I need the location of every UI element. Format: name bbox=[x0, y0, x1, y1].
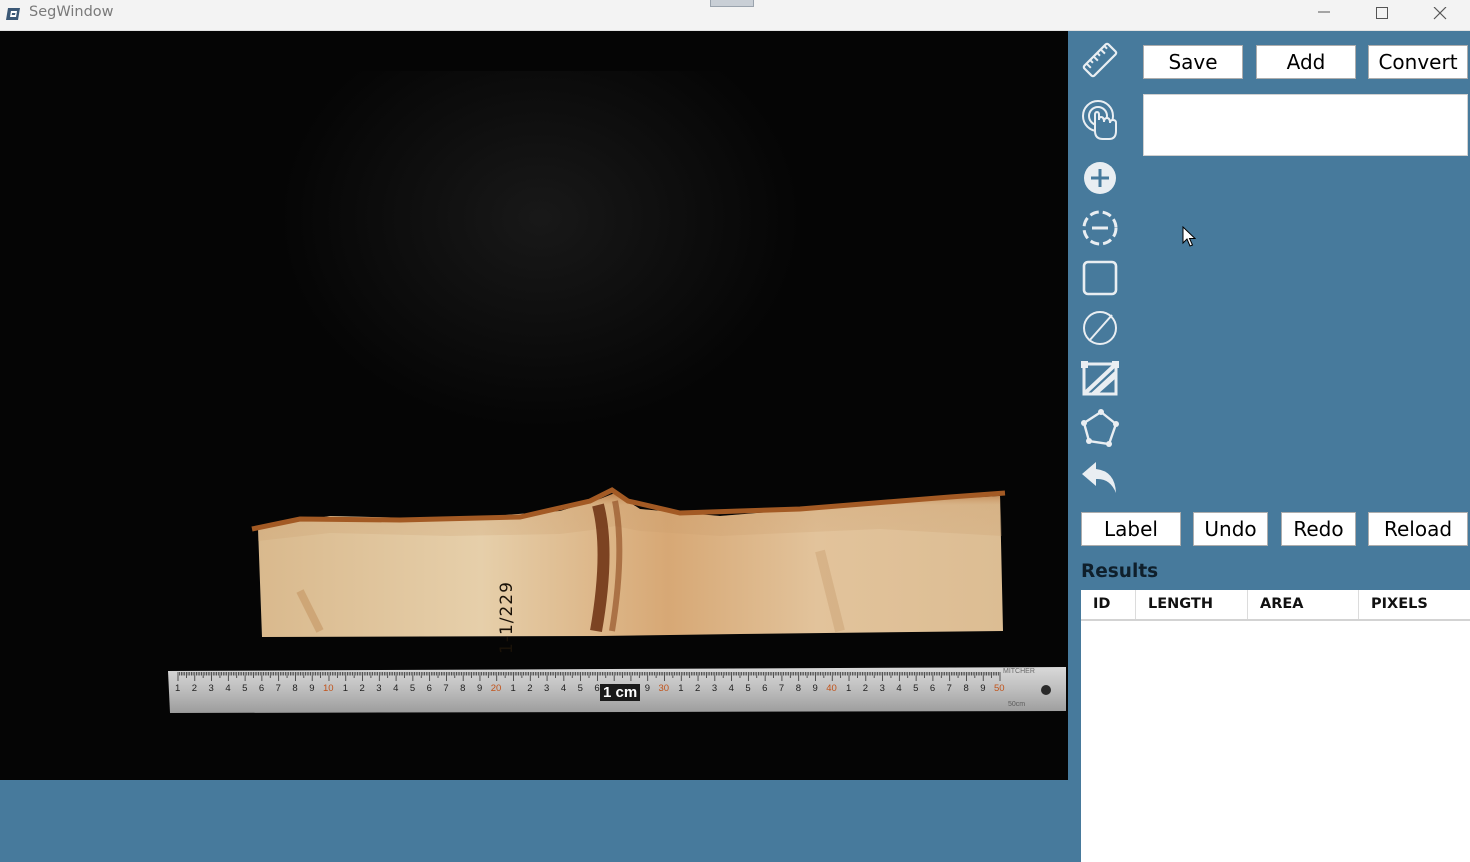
ruler-number: 6 bbox=[426, 683, 432, 694]
ruler-number: 8 bbox=[795, 683, 801, 694]
ruler-number: 5 bbox=[913, 683, 919, 694]
touch-icon bbox=[1082, 100, 1117, 140]
text-input-box[interactable] bbox=[1143, 94, 1468, 156]
label-button[interactable]: Label bbox=[1081, 512, 1181, 546]
ruler-number: 7 bbox=[946, 683, 952, 694]
convert-button[interactable]: Convert bbox=[1368, 45, 1468, 79]
ruler-number: 7 bbox=[275, 683, 281, 694]
column-header-length[interactable]: LENGTH bbox=[1136, 590, 1248, 619]
ruler-number: 2 bbox=[359, 683, 365, 694]
ruler-number: 2 bbox=[695, 683, 701, 694]
rectangle-icon bbox=[1082, 260, 1118, 296]
ruler-number: 4 bbox=[896, 683, 902, 694]
title-bar: SegWindow bbox=[0, 0, 1470, 31]
ruler-number: 20 bbox=[490, 683, 502, 694]
minimize-icon bbox=[1318, 11, 1330, 13]
undo-tool-button[interactable] bbox=[1080, 459, 1120, 499]
specimen-label: 1-1/229 bbox=[497, 581, 517, 654]
specimen-image bbox=[0, 31, 1068, 780]
snap-layout-handle[interactable] bbox=[710, 0, 754, 7]
crop-line-icon bbox=[1081, 361, 1119, 396]
column-header-pixels[interactable]: PIXELS bbox=[1359, 590, 1470, 619]
ruler-number: 2 bbox=[862, 683, 869, 694]
ruler-number: 9 bbox=[644, 683, 650, 694]
window-title: SegWindow bbox=[29, 4, 114, 20]
ruler-number: 50 bbox=[994, 683, 1005, 694]
ruler-number: 5 bbox=[577, 683, 583, 694]
ruler-number: 8 bbox=[963, 683, 969, 694]
ruler-number: 1 bbox=[678, 683, 684, 694]
touch-tool-button[interactable] bbox=[1080, 99, 1120, 140]
ruler-number: 3 bbox=[544, 683, 550, 694]
ruler-number: 9 bbox=[476, 683, 483, 694]
undo-arrow-icon bbox=[1082, 462, 1116, 493]
ruler-number: 40 bbox=[826, 683, 837, 694]
reload-button[interactable]: Reload bbox=[1368, 512, 1468, 546]
results-header-row: ID LENGTH AREA PIXELS bbox=[1081, 590, 1470, 621]
image-canvas[interactable]: 1-1/229 12345678910123456789201234567893… bbox=[0, 31, 1068, 780]
ruler-number: 6 bbox=[258, 683, 265, 694]
ruler-number: 5 bbox=[242, 683, 248, 694]
results-table[interactable]: ID LENGTH AREA PIXELS bbox=[1081, 590, 1470, 862]
ruler-number: 6 bbox=[929, 683, 936, 694]
no-mask-icon bbox=[1083, 311, 1117, 345]
column-header-id[interactable]: ID bbox=[1081, 590, 1136, 619]
mouse-cursor-icon bbox=[1182, 226, 1196, 247]
ruler-number: 3 bbox=[376, 683, 382, 694]
ruler-number: 8 bbox=[292, 683, 298, 694]
ruler-number: 1 bbox=[846, 683, 852, 694]
ruler-number: 1 bbox=[342, 683, 349, 694]
ruler-scale-label: 1 cm bbox=[600, 684, 641, 701]
ruler-number: 30 bbox=[658, 683, 670, 694]
remove-point-button[interactable] bbox=[1080, 208, 1120, 248]
ruler-number: 7 bbox=[443, 683, 449, 694]
ruler-number: 5 bbox=[745, 683, 751, 694]
ruler-number: 9 bbox=[980, 683, 986, 694]
ruler-number: 4 bbox=[728, 683, 734, 694]
dashed-circle-icon bbox=[1082, 210, 1118, 246]
add-circle-icon bbox=[1084, 162, 1116, 194]
maximize-icon bbox=[1376, 7, 1388, 19]
ruler-number: 4 bbox=[225, 683, 231, 694]
close-button[interactable] bbox=[1412, 0, 1468, 31]
ruler-number: 7 bbox=[778, 683, 785, 694]
ruler-number: 3 bbox=[711, 683, 718, 694]
ruler-number: 9 bbox=[309, 683, 315, 694]
close-icon bbox=[1433, 7, 1447, 20]
ruler-number: 5 bbox=[409, 683, 416, 694]
add-button[interactable]: Add bbox=[1256, 45, 1356, 79]
ruler-number: 1 bbox=[175, 683, 181, 694]
ruler-length-mark: 50cm bbox=[1008, 701, 1026, 708]
maximize-button[interactable] bbox=[1354, 0, 1410, 31]
ruler-number: 1 bbox=[510, 683, 516, 694]
polygon-icon bbox=[1081, 409, 1119, 447]
ruler-icon bbox=[1082, 42, 1118, 78]
ruler-tool-button[interactable] bbox=[1080, 40, 1120, 80]
ruler-number: 6 bbox=[762, 683, 768, 694]
ruler-number: 2 bbox=[527, 683, 533, 694]
ruler-number: 4 bbox=[560, 683, 567, 694]
ruler-brand: MITCHER bbox=[1003, 668, 1035, 675]
ruler-number: 4 bbox=[393, 683, 399, 694]
column-header-area[interactable]: AREA bbox=[1248, 590, 1359, 619]
add-point-button[interactable] bbox=[1080, 158, 1120, 198]
minimize-button[interactable] bbox=[1296, 0, 1352, 31]
polygon-tool-button[interactable] bbox=[1080, 408, 1120, 448]
clear-mask-button[interactable] bbox=[1080, 308, 1120, 348]
app-icon bbox=[5, 5, 23, 23]
save-button[interactable]: Save bbox=[1143, 45, 1243, 79]
results-title: Results bbox=[1081, 561, 1159, 582]
rectangle-tool-button[interactable] bbox=[1080, 258, 1120, 298]
ruler-number: 3 bbox=[208, 683, 214, 694]
ruler-number: 3 bbox=[879, 683, 885, 694]
ruler-number: 6 bbox=[594, 683, 600, 694]
line-crop-button[interactable] bbox=[1080, 358, 1120, 398]
ruler-number: 10 bbox=[322, 683, 334, 694]
ruler-number: 8 bbox=[460, 683, 466, 694]
undo-button[interactable]: Undo bbox=[1193, 512, 1268, 546]
redo-button[interactable]: Redo bbox=[1281, 512, 1356, 546]
ruler-number: 9 bbox=[812, 683, 818, 694]
ruler-number: 2 bbox=[191, 683, 198, 694]
